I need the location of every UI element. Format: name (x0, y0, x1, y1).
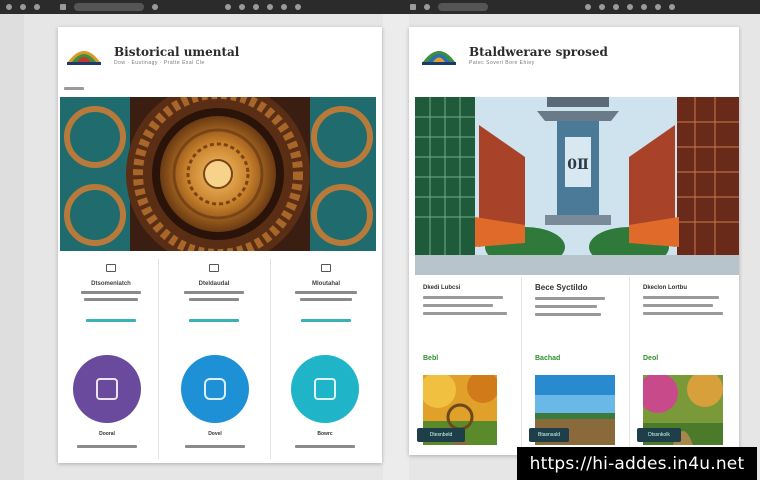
feature-column-2: Dteldaudal (164, 263, 264, 322)
column-divider (158, 259, 159, 459)
nav-link[interactable] (64, 87, 84, 90)
read-more-button[interactable]: Btasnsald (529, 428, 569, 442)
column-divider (629, 277, 630, 453)
watermark-url: https://hi-addes.in4u.net (529, 453, 745, 474)
tab-icon[interactable] (410, 4, 416, 10)
left-page-mockup: Bistorical umental Dow · Eustinagy · Pra… (58, 27, 382, 463)
article-column-1: Dkedi Lubcsi (423, 285, 515, 315)
text-line (77, 445, 137, 448)
tablet-icon (96, 378, 118, 400)
back-icon[interactable] (20, 4, 26, 10)
svg-text:0Ⅱ: 0Ⅱ (567, 157, 589, 173)
article-title: Bece Syctildo (535, 283, 588, 292)
column-divider (521, 277, 522, 453)
text-line (535, 297, 605, 300)
text-line (535, 313, 601, 316)
extension-icon[interactable] (281, 4, 287, 10)
read-more-button[interactable]: Dtesnbeld (417, 428, 465, 442)
extension-icon[interactable] (585, 4, 591, 10)
site-logo (67, 51, 101, 65)
site-subtitle: Dow · Eustinagy · Pratte Exal Cle (114, 60, 205, 66)
accent-link[interactable] (189, 319, 239, 322)
text-line (300, 298, 352, 301)
gallery-icon (209, 264, 219, 272)
text-line (423, 304, 493, 307)
address-group-left (60, 2, 158, 12)
home-icon[interactable] (424, 4, 430, 10)
bookmark-icon[interactable] (152, 4, 158, 10)
read-more-button[interactable]: Dtssnkolk (637, 428, 681, 442)
extension-icon[interactable] (613, 4, 619, 10)
article-title: Dkeclon Lortbu (643, 285, 688, 291)
address-bar[interactable] (438, 3, 488, 11)
article-column-3: Dkeclon Lortbu (643, 285, 735, 315)
text-line (643, 296, 719, 299)
extension-icon[interactable] (627, 4, 633, 10)
text-line (643, 304, 713, 307)
feature-title: Mloutahal (312, 281, 340, 287)
toolbar-middle-group (225, 2, 301, 12)
text-line (81, 291, 141, 294)
address-group-right (410, 2, 488, 12)
address-bar[interactable] (74, 3, 144, 11)
column-divider (270, 259, 271, 459)
feature-column-1: Dtsomenlatch (66, 263, 156, 322)
extension-icon[interactable] (239, 4, 245, 10)
right-page-mockup: Btaldwerare sprosed Patec Soverl Bore Eh… (409, 27, 739, 455)
feature-title: Dtsomenlatch (91, 281, 131, 287)
extension-icon[interactable] (253, 4, 259, 10)
text-line (185, 445, 245, 448)
circle-caption: Dovel (208, 431, 222, 437)
archive-icon (321, 264, 331, 272)
watermark: https://hi-addes.in4u.net (517, 447, 757, 480)
site-title: Bistorical umental (114, 45, 240, 59)
site-subtitle: Patec Soverl Bore Ehiey (469, 60, 535, 66)
text-line (643, 312, 723, 315)
feature-circle-purple[interactable] (73, 355, 141, 423)
document-icon (106, 264, 116, 272)
text-line (423, 296, 503, 299)
text-line (535, 305, 597, 308)
text-line (184, 291, 244, 294)
profile-icon[interactable] (655, 4, 661, 10)
settings-icon[interactable] (669, 4, 675, 10)
text-line (295, 445, 355, 448)
text-line (295, 291, 357, 294)
hero-image-carving (60, 97, 376, 251)
feature-circle-teal[interactable] (291, 355, 359, 423)
extension-icon[interactable] (225, 4, 231, 10)
text-line (84, 298, 138, 301)
category-label: Deol (643, 355, 659, 362)
extension-icon[interactable] (267, 4, 273, 10)
left-gutter (0, 14, 24, 480)
category-label: Bebl (423, 355, 439, 362)
toolbar-right-group (585, 2, 675, 12)
menu-icon[interactable] (6, 4, 12, 10)
text-line (423, 312, 507, 315)
extension-icon[interactable] (641, 4, 647, 10)
site-logo (422, 51, 456, 65)
tab-icon[interactable] (60, 4, 66, 10)
extension-icon[interactable] (295, 4, 301, 10)
text-line (189, 298, 239, 301)
circle-caption: Bowrc (317, 431, 333, 437)
feature-title: Dteldaudal (198, 281, 230, 287)
camera-icon (204, 378, 226, 400)
site-title: Btaldwerare sprosed (469, 45, 608, 59)
category-label: Bachad (535, 355, 561, 362)
browser-toolbar (0, 0, 760, 14)
accent-link[interactable] (301, 319, 351, 322)
monitor-icon (314, 378, 336, 400)
article-title: Dkedi Lubcsi (423, 285, 461, 291)
extension-icon[interactable] (599, 4, 605, 10)
article-column-2: Bece Syctildo (535, 283, 625, 316)
accent-link[interactable] (86, 319, 136, 322)
toolbar-left-group (6, 2, 40, 12)
feature-circle-blue[interactable] (181, 355, 249, 423)
forward-icon[interactable] (34, 4, 40, 10)
center-gutter (383, 14, 409, 480)
circle-caption: Dooral (99, 431, 115, 437)
feature-column-3: Mloutahal (276, 263, 376, 322)
hero-image-gate: 0Ⅱ (415, 97, 739, 275)
